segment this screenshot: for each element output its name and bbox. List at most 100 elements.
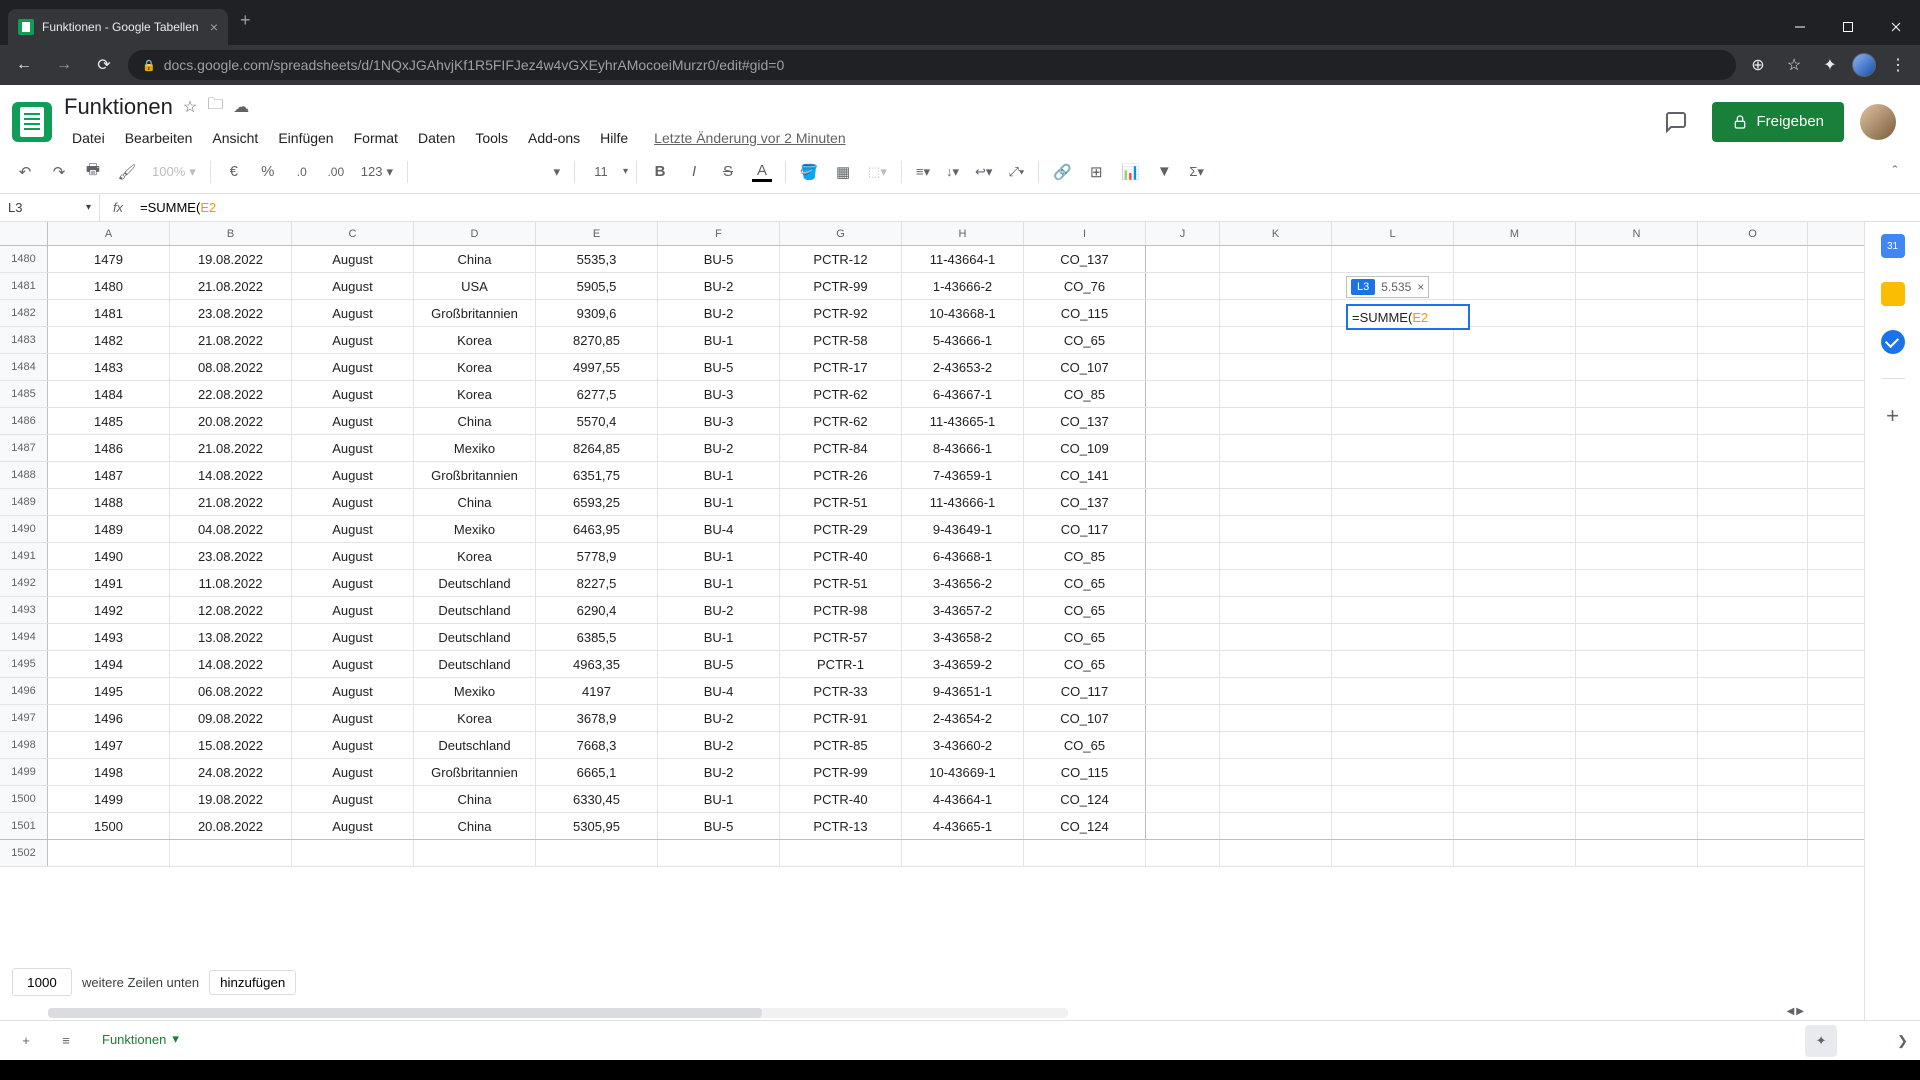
row-header[interactable]: 1496: [0, 678, 48, 704]
close-window-button[interactable]: [1872, 9, 1920, 45]
cell[interactable]: CO_137: [1024, 489, 1146, 515]
cell[interactable]: 20.08.2022: [170, 813, 292, 839]
cell[interactable]: [1332, 543, 1454, 569]
insert-comment-button[interactable]: ⊞: [1081, 157, 1111, 187]
cell[interactable]: [1576, 516, 1698, 542]
row-header[interactable]: 1502: [0, 840, 48, 866]
cell[interactable]: [1576, 489, 1698, 515]
cell[interactable]: [1454, 597, 1576, 623]
move-icon[interactable]: 🗀: [207, 93, 223, 120]
browser-tab[interactable]: Funktionen - Google Tabellen ×: [8, 9, 228, 45]
vertical-align-button[interactable]: ↓▾: [940, 157, 965, 187]
cell[interactable]: 3-43660-2: [902, 732, 1024, 758]
row-header[interactable]: 1497: [0, 705, 48, 731]
row-header[interactable]: 1499: [0, 759, 48, 785]
forward-button[interactable]: →: [48, 49, 80, 81]
cell[interactable]: [1454, 246, 1576, 272]
cell[interactable]: August: [292, 246, 414, 272]
cell[interactable]: [1332, 354, 1454, 380]
cell[interactable]: PCTR-84: [780, 435, 902, 461]
cell[interactable]: 23.08.2022: [170, 300, 292, 326]
cell[interactable]: 22.08.2022: [170, 381, 292, 407]
cell[interactable]: [658, 840, 780, 866]
cell[interactable]: [1454, 759, 1576, 785]
cell[interactable]: [1220, 327, 1332, 353]
extensions-icon[interactable]: ✦: [1816, 51, 1844, 79]
cell[interactable]: [1146, 246, 1220, 272]
cell[interactable]: [1146, 651, 1220, 677]
document-title[interactable]: Funktionen: [64, 94, 173, 120]
cell[interactable]: [1332, 759, 1454, 785]
cell[interactable]: August: [292, 813, 414, 839]
cell[interactable]: [1454, 381, 1576, 407]
cell[interactable]: 1480: [48, 273, 170, 299]
cell[interactable]: [1698, 732, 1808, 758]
cell[interactable]: 24.08.2022: [170, 759, 292, 785]
cell[interactable]: [1146, 732, 1220, 758]
cell[interactable]: BU-5: [658, 813, 780, 839]
bold-button[interactable]: B: [645, 157, 675, 187]
cell[interactable]: Mexiko: [414, 516, 536, 542]
cell[interactable]: August: [292, 435, 414, 461]
cell[interactable]: [1698, 327, 1808, 353]
row-header[interactable]: 1480: [0, 246, 48, 272]
cell[interactable]: BU-4: [658, 516, 780, 542]
cell[interactable]: 1490: [48, 543, 170, 569]
cell[interactable]: 11-43665-1: [902, 408, 1024, 434]
cell[interactable]: 1481: [48, 300, 170, 326]
cell[interactable]: CO_65: [1024, 732, 1146, 758]
cell[interactable]: CO_137: [1024, 246, 1146, 272]
cell[interactable]: [1146, 570, 1220, 596]
cell[interactable]: [1220, 732, 1332, 758]
cell[interactable]: August: [292, 543, 414, 569]
menu-tools[interactable]: Tools: [467, 126, 516, 150]
back-button[interactable]: ←: [8, 49, 40, 81]
col-header-O[interactable]: O: [1698, 222, 1808, 245]
cell[interactable]: 9-43651-1: [902, 678, 1024, 704]
row-header[interactable]: 1487: [0, 435, 48, 461]
table-row[interactable]: 1495149414.08.2022AugustDeutschland4963,…: [0, 651, 1864, 678]
cell[interactable]: PCTR-91: [780, 705, 902, 731]
table-row[interactable]: 1480147919.08.2022AugustChina5535,3BU-5P…: [0, 246, 1864, 273]
cell[interactable]: Großbritannien: [414, 300, 536, 326]
table-row[interactable]: 1501150020.08.2022AugustChina5305,95BU-5…: [0, 813, 1864, 840]
cell[interactable]: 4997,55: [536, 354, 658, 380]
cell[interactable]: [1454, 408, 1576, 434]
cell[interactable]: 1483: [48, 354, 170, 380]
cell[interactable]: PCTR-17: [780, 354, 902, 380]
cell[interactable]: [1576, 435, 1698, 461]
cell[interactable]: PCTR-99: [780, 759, 902, 785]
cell[interactable]: [1332, 435, 1454, 461]
cell[interactable]: [1698, 705, 1808, 731]
cell[interactable]: 6290,4: [536, 597, 658, 623]
cell[interactable]: 4197: [536, 678, 658, 704]
cell[interactable]: 15.08.2022: [170, 732, 292, 758]
table-row[interactable]: 1483148221.08.2022AugustKorea8270,85BU-1…: [0, 327, 1864, 354]
cell[interactable]: [1220, 435, 1332, 461]
cell[interactable]: 3-43657-2: [902, 597, 1024, 623]
cell[interactable]: August: [292, 327, 414, 353]
close-icon[interactable]: ×: [210, 19, 218, 35]
cell[interactable]: 13.08.2022: [170, 624, 292, 650]
all-sheets-button[interactable]: ≡: [52, 1027, 80, 1055]
cell[interactable]: [1146, 435, 1220, 461]
cell[interactable]: [1220, 273, 1332, 299]
keep-icon[interactable]: [1881, 282, 1905, 306]
table-row[interactable]: 1482148123.08.2022AugustGroßbritannien93…: [0, 300, 1864, 327]
cloud-status-icon[interactable]: ☁: [233, 97, 249, 117]
cell[interactable]: Korea: [414, 705, 536, 731]
menu-hilfe[interactable]: Hilfe: [592, 126, 636, 150]
table-row[interactable]: 1499149824.08.2022AugustGroßbritannien66…: [0, 759, 1864, 786]
cell[interactable]: [1146, 273, 1220, 299]
cell[interactable]: [1698, 813, 1808, 839]
cell[interactable]: [1454, 813, 1576, 839]
print-button[interactable]: 🖶: [78, 157, 108, 187]
menu-bearbeiten[interactable]: Bearbeiten: [117, 126, 201, 150]
cell[interactable]: August: [292, 705, 414, 731]
cell[interactable]: 1484: [48, 381, 170, 407]
name-box[interactable]: L3▾: [0, 194, 100, 221]
cell[interactable]: 4-43664-1: [902, 786, 1024, 812]
cell[interactable]: BU-2: [658, 435, 780, 461]
cell[interactable]: BU-1: [658, 570, 780, 596]
col-header-I[interactable]: I: [1024, 222, 1146, 245]
